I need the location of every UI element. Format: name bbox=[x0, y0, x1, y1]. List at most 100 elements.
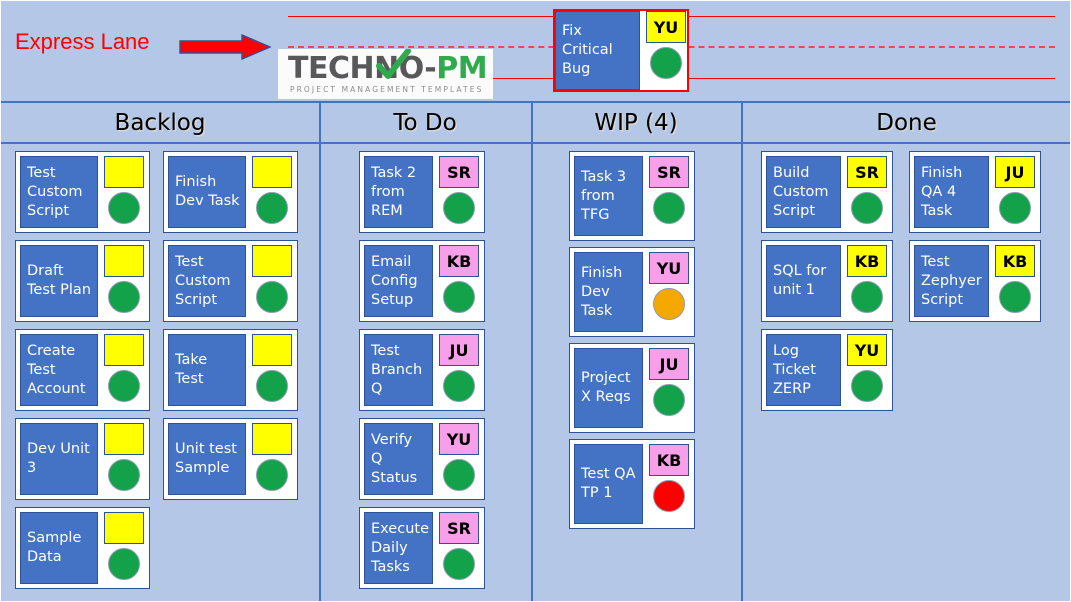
card[interactable]: Fix Critical Bug YU bbox=[555, 11, 687, 90]
column-header-wip: WIP (4) bbox=[594, 110, 678, 136]
card-status-dot bbox=[256, 192, 288, 224]
card-side bbox=[103, 423, 145, 495]
card-status-dot bbox=[653, 192, 685, 224]
card-title: Create Test Account bbox=[20, 334, 98, 406]
card-side: SR bbox=[648, 156, 690, 236]
techno-pm-logo: TECHNO-PM PROJECT MANAGEMENT TEMPLATES bbox=[278, 49, 493, 99]
card-side bbox=[103, 334, 145, 406]
column-header-done: Done bbox=[876, 110, 937, 136]
card-badge: SR bbox=[439, 156, 479, 188]
card[interactable]: Draft Test Plan bbox=[15, 240, 150, 322]
card-status-dot bbox=[999, 281, 1031, 313]
card-badge bbox=[104, 512, 144, 544]
card-badge: YU bbox=[439, 423, 479, 455]
card[interactable]: Verify Q Status YU bbox=[359, 418, 485, 500]
card-title: Test Zephyer Script bbox=[914, 245, 989, 317]
card-status-dot bbox=[653, 384, 685, 416]
card[interactable]: Finish QA 4 Task JU bbox=[909, 151, 1041, 233]
card-badge: SR bbox=[439, 512, 479, 544]
card[interactable]: Finish Dev Task YU bbox=[569, 247, 695, 337]
card-badge: YU bbox=[649, 252, 689, 284]
card-side: YU bbox=[645, 11, 687, 90]
card-title: Task 3 from TFG bbox=[574, 156, 643, 236]
card-side: YU bbox=[648, 252, 690, 332]
card[interactable]: SQL for unit 1 KB bbox=[761, 240, 893, 322]
card[interactable]: Dev Unit 3 bbox=[15, 418, 150, 500]
card[interactable]: Email Config Setup KB bbox=[359, 240, 485, 322]
card[interactable]: Test Zephyer Script KB bbox=[909, 240, 1041, 322]
column-divider-1 bbox=[319, 101, 321, 601]
card-side: KB bbox=[648, 444, 690, 524]
card-badge bbox=[104, 245, 144, 277]
card-badge: JU bbox=[995, 156, 1035, 188]
card-badge: KB bbox=[439, 245, 479, 277]
card-title: Finish QA 4 Task bbox=[914, 156, 989, 228]
card-side bbox=[103, 245, 145, 317]
card-status-dot bbox=[999, 192, 1031, 224]
card[interactable]: Test Branch Q JU bbox=[359, 329, 485, 411]
card-badge bbox=[104, 423, 144, 455]
column-header-backlog: Backlog bbox=[114, 110, 206, 136]
card[interactable]: Take Test bbox=[163, 329, 298, 411]
card-title: Email Config Setup bbox=[364, 245, 433, 317]
card-title: Unit test Sample bbox=[168, 423, 246, 495]
card-badge bbox=[104, 334, 144, 366]
header-bottom-divider bbox=[1, 142, 1070, 144]
card-title: Test Custom Script bbox=[168, 245, 246, 317]
card[interactable]: Task 3 from TFG SR bbox=[569, 151, 695, 241]
card-status-dot bbox=[443, 192, 475, 224]
column-header-todo: To Do bbox=[393, 110, 457, 136]
express-lane-band: Express Lane TECHNO-PM PROJECT MANAGEMEN… bbox=[1, 1, 1070, 101]
column-divider-2 bbox=[531, 101, 533, 601]
card-badge: KB bbox=[995, 245, 1035, 277]
card-title: Verify Q Status bbox=[364, 423, 433, 495]
logo-word-part2: NO- bbox=[374, 51, 437, 86]
card-status-dot bbox=[653, 288, 685, 320]
card[interactable]: Test QA TP 1 KB bbox=[569, 439, 695, 529]
card-side: YU bbox=[438, 423, 480, 495]
card-status-dot bbox=[256, 459, 288, 491]
card-side: KB bbox=[846, 245, 888, 317]
card[interactable]: Create Test Account bbox=[15, 329, 150, 411]
logo-wordmark: TECHNO-PM bbox=[288, 51, 488, 86]
card-badge bbox=[252, 245, 292, 277]
card-status-dot bbox=[108, 281, 140, 313]
card[interactable]: Task 2 from REM SR bbox=[359, 151, 485, 233]
card-badge bbox=[252, 423, 292, 455]
logo-word-part1: TECH bbox=[288, 51, 375, 86]
express-lane-label: Express Lane bbox=[15, 29, 150, 54]
express-lane-card[interactable]: Fix Critical Bug YU bbox=[553, 9, 689, 92]
card-title: Log Ticket ZERP bbox=[766, 334, 841, 406]
card-status-dot bbox=[443, 459, 475, 491]
card[interactable]: Build Custom Script SR bbox=[761, 151, 893, 233]
card-status-dot bbox=[851, 281, 883, 313]
logo-word-part3: PM bbox=[436, 51, 488, 86]
card[interactable]: Finish Dev Task bbox=[163, 151, 298, 233]
card-side: JU bbox=[438, 334, 480, 406]
card[interactable]: Log Ticket ZERP YU bbox=[761, 329, 893, 411]
kanban-board: Express Lane TECHNO-PM PROJECT MANAGEMEN… bbox=[0, 0, 1071, 602]
card-status-dot bbox=[108, 370, 140, 402]
card-side bbox=[251, 334, 293, 406]
card-title: Finish Dev Task bbox=[168, 156, 246, 228]
card-side: KB bbox=[994, 245, 1036, 317]
card-badge bbox=[252, 334, 292, 366]
card[interactable]: Unit test Sample bbox=[163, 418, 298, 500]
card-badge: KB bbox=[649, 444, 689, 476]
card[interactable]: Project X Reqs JU bbox=[569, 343, 695, 433]
card-title: Finish Dev Task bbox=[574, 252, 643, 332]
card-badge bbox=[104, 156, 144, 188]
card[interactable]: Sample Data bbox=[15, 507, 150, 589]
card-status-dot bbox=[256, 281, 288, 313]
card-badge: JU bbox=[439, 334, 479, 366]
card-side bbox=[103, 156, 145, 228]
card-status-dot bbox=[108, 459, 140, 491]
card-side bbox=[103, 512, 145, 584]
card[interactable]: Test Custom Script bbox=[15, 151, 150, 233]
card[interactable]: Execute Daily Tasks SR bbox=[359, 507, 485, 589]
card-title: Dev Unit 3 bbox=[20, 423, 98, 495]
card[interactable]: Test Custom Script bbox=[163, 240, 298, 322]
card-title: SQL for unit 1 bbox=[766, 245, 841, 317]
card-badge: SR bbox=[847, 156, 887, 188]
card-title: Execute Daily Tasks bbox=[364, 512, 433, 584]
